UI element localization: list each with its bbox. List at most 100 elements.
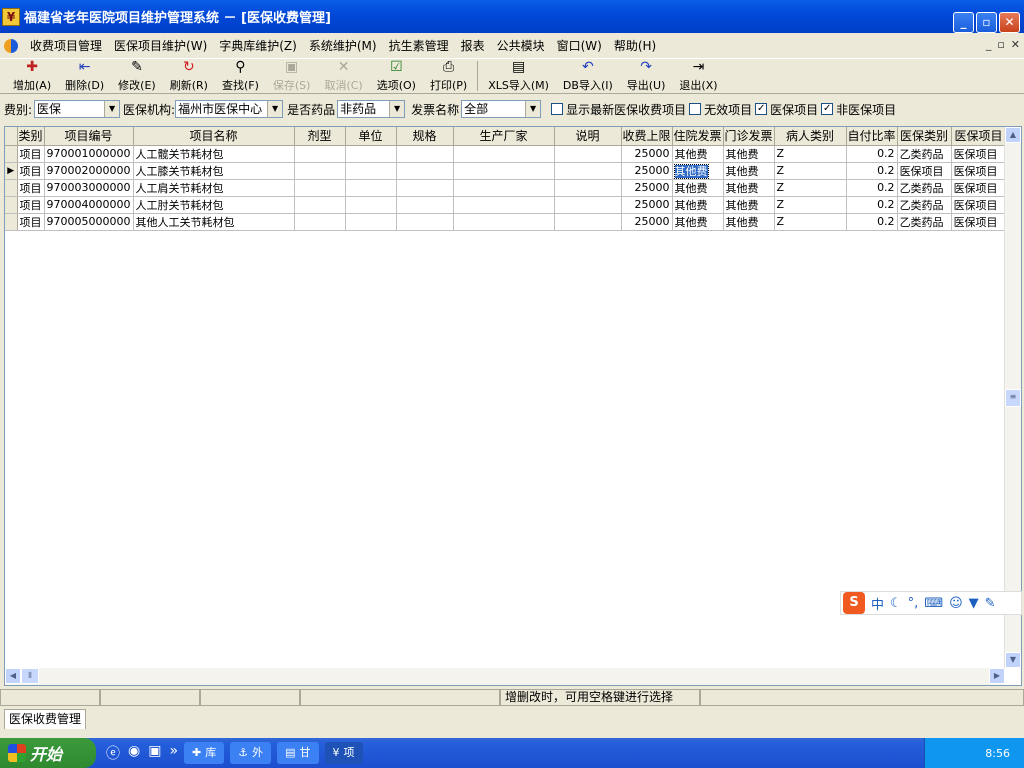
menu-common[interactable]: 公共模块 bbox=[491, 36, 551, 56]
minimize-button[interactable]: _ bbox=[953, 12, 974, 33]
col-header[interactable]: 病人类别 bbox=[774, 127, 847, 146]
table-cell[interactable]: 其他费 bbox=[672, 162, 724, 180]
insurance-items-checkbox[interactable]: ✓ bbox=[755, 103, 768, 115]
col-header[interactable]: 门诊发票 bbox=[723, 127, 775, 146]
hscroll-thumb[interactable]: ⦀ bbox=[21, 668, 39, 684]
app-icon[interactable]: ¥ bbox=[2, 7, 20, 26]
table-cell[interactable] bbox=[554, 196, 622, 214]
fee-type-select[interactable]: 医保 ▼ bbox=[34, 100, 121, 118]
cancel-button[interactable]: ✕ 取消(C) bbox=[317, 59, 369, 93]
table-cell[interactable] bbox=[345, 196, 397, 214]
table-cell[interactable]: 人工膝关节耗材包 bbox=[133, 162, 295, 180]
table-cell[interactable]: 其他费 bbox=[672, 213, 724, 231]
table-cell[interactable]: 项目 bbox=[17, 213, 45, 231]
xls-import-button[interactable]: ▤ XLS导入(M) bbox=[481, 59, 556, 93]
col-header[interactable]: 医保项目 bbox=[951, 127, 1007, 146]
table-cell[interactable]: 医保项目 bbox=[951, 213, 1007, 231]
table-cell[interactable]: Z bbox=[774, 162, 847, 180]
table-cell[interactable]: 其他人工关节耗材包 bbox=[133, 213, 295, 231]
table-cell[interactable]: 970002000000 bbox=[44, 162, 134, 180]
task-button[interactable]: ¥ 项 bbox=[324, 742, 363, 764]
table-cell[interactable]: Z bbox=[774, 213, 847, 231]
col-header[interactable]: 类别 bbox=[17, 127, 45, 146]
table-cell[interactable]: 人工肘关节耗材包 bbox=[133, 196, 295, 214]
db-import-button[interactable]: ↶ DB导入(I) bbox=[556, 59, 620, 93]
table-cell[interactable]: 其他费 bbox=[723, 213, 775, 231]
table-cell[interactable]: 25000 bbox=[621, 196, 673, 214]
chevron-down-icon[interactable]: ▼ bbox=[267, 101, 283, 117]
menu-dictionary[interactable]: 字典库维护(Z) bbox=[213, 36, 303, 56]
exit-button[interactable]: ⇥ 退出(X) bbox=[672, 59, 724, 93]
table-cell[interactable]: 其他费 bbox=[672, 179, 724, 197]
table-cell[interactable]: 其他费 bbox=[672, 145, 724, 163]
scroll-left-icon[interactable]: ◀ bbox=[5, 668, 21, 684]
col-header[interactable]: 规格 bbox=[396, 127, 454, 146]
punctuation-icon[interactable]: °, bbox=[908, 596, 919, 611]
maximize-button[interactable]: ▫ bbox=[976, 12, 997, 33]
table-cell[interactable]: 其他费 bbox=[723, 179, 775, 197]
table-cell[interactable]: 0.2 bbox=[846, 145, 898, 163]
table-cell[interactable] bbox=[294, 213, 346, 231]
table-cell[interactable] bbox=[453, 196, 555, 214]
table-cell[interactable] bbox=[294, 162, 346, 180]
table-row[interactable]: ▶ 项目 970002000000 人工膝关节耗材包 25000 其他费 其他费 Z 0.2 医保… bbox=[5, 162, 1007, 180]
more-chevron-icon[interactable]: » bbox=[169, 743, 178, 763]
table-cell[interactable]: 970004000000 bbox=[44, 196, 134, 214]
chevron-down-icon[interactable]: ▼ bbox=[525, 101, 541, 117]
invoice-select[interactable]: 全部 ▼ bbox=[461, 100, 542, 118]
half-width-icon[interactable]: ☾ bbox=[890, 596, 902, 611]
table-cell[interactable] bbox=[345, 162, 397, 180]
add-button[interactable]: ✚ 增加(A) bbox=[6, 59, 58, 93]
menu-help[interactable]: 帮助(H) bbox=[608, 36, 662, 56]
table-cell[interactable]: 25000 bbox=[621, 162, 673, 180]
table-cell[interactable] bbox=[345, 179, 397, 197]
table-cell[interactable]: 其他费 bbox=[723, 162, 775, 180]
mdi-restore-button[interactable]: ▫ bbox=[997, 38, 1004, 51]
save-button[interactable]: ▣ 保存(S) bbox=[266, 59, 318, 93]
ime-toolbar[interactable]: S 中 ☾ °, ⌨ ☺ ▼ ✎ bbox=[840, 591, 1022, 615]
menu-reports[interactable]: 报表 bbox=[455, 36, 491, 56]
table-cell[interactable]: 970005000000 bbox=[44, 213, 134, 231]
skin-icon[interactable]: ▼ bbox=[969, 596, 979, 611]
menu-antibiotics[interactable]: 抗生素管理 bbox=[383, 36, 455, 56]
table-cell[interactable]: Z bbox=[774, 145, 847, 163]
table-cell[interactable]: 项目 bbox=[17, 162, 45, 180]
table-cell[interactable]: 乙类药品 bbox=[897, 145, 952, 163]
edit-button[interactable]: ✎ 修改(E) bbox=[111, 59, 163, 93]
col-header[interactable]: 项目名称 bbox=[133, 127, 295, 146]
menu-window[interactable]: 窗口(W) bbox=[551, 36, 608, 56]
table-cell[interactable]: 25000 bbox=[621, 179, 673, 197]
col-header[interactable]: 项目编号 bbox=[44, 127, 134, 146]
table-cell[interactable]: 人工髋关节耗材包 bbox=[133, 145, 295, 163]
chevron-down-icon[interactable]: ▼ bbox=[389, 101, 405, 117]
ie-icon[interactable]: ⓔ bbox=[106, 743, 120, 763]
task-button[interactable]: ▤ 甘 bbox=[277, 742, 319, 764]
row-indicator[interactable] bbox=[5, 213, 18, 231]
col-header[interactable]: 收费上限 bbox=[621, 127, 673, 146]
menu-system[interactable]: 系统维护(M) bbox=[303, 36, 383, 56]
table-cell[interactable] bbox=[453, 213, 555, 231]
table-cell[interactable]: 医保项目 bbox=[951, 179, 1007, 197]
table-cell[interactable]: 乙类药品 bbox=[897, 213, 952, 231]
table-cell[interactable]: 0.2 bbox=[846, 162, 898, 180]
scroll-down-icon[interactable]: ▼ bbox=[1005, 652, 1021, 668]
row-indicator[interactable]: ▶ bbox=[5, 162, 18, 180]
keyboard-icon[interactable]: ⌨ bbox=[924, 596, 943, 611]
col-header[interactable]: 自付比率 bbox=[846, 127, 898, 146]
scroll-up-icon[interactable]: ▲ bbox=[1005, 127, 1021, 143]
table-cell[interactable] bbox=[453, 145, 555, 163]
sogou-logo-icon[interactable]: S bbox=[843, 592, 865, 614]
table-cell[interactable]: 乙类药品 bbox=[897, 179, 952, 197]
table-cell[interactable] bbox=[554, 179, 622, 197]
table-cell[interactable]: Z bbox=[774, 196, 847, 214]
tab-insurance-charge[interactable]: 医保收费管理 bbox=[4, 709, 87, 729]
tray-clock[interactable]: 8:56 bbox=[985, 747, 1010, 760]
table-cell[interactable] bbox=[554, 213, 622, 231]
table-cell[interactable] bbox=[453, 179, 555, 197]
col-header[interactable]: 医保类别 bbox=[897, 127, 952, 146]
table-cell[interactable]: 0.2 bbox=[846, 179, 898, 197]
export-button[interactable]: ↷ 导出(U) bbox=[620, 59, 673, 93]
desktop-icon[interactable]: ▣ bbox=[148, 743, 161, 763]
org-select[interactable]: 福州市医保中心 ▼ bbox=[175, 100, 284, 118]
table-cell[interactable]: 乙类药品 bbox=[897, 196, 952, 214]
